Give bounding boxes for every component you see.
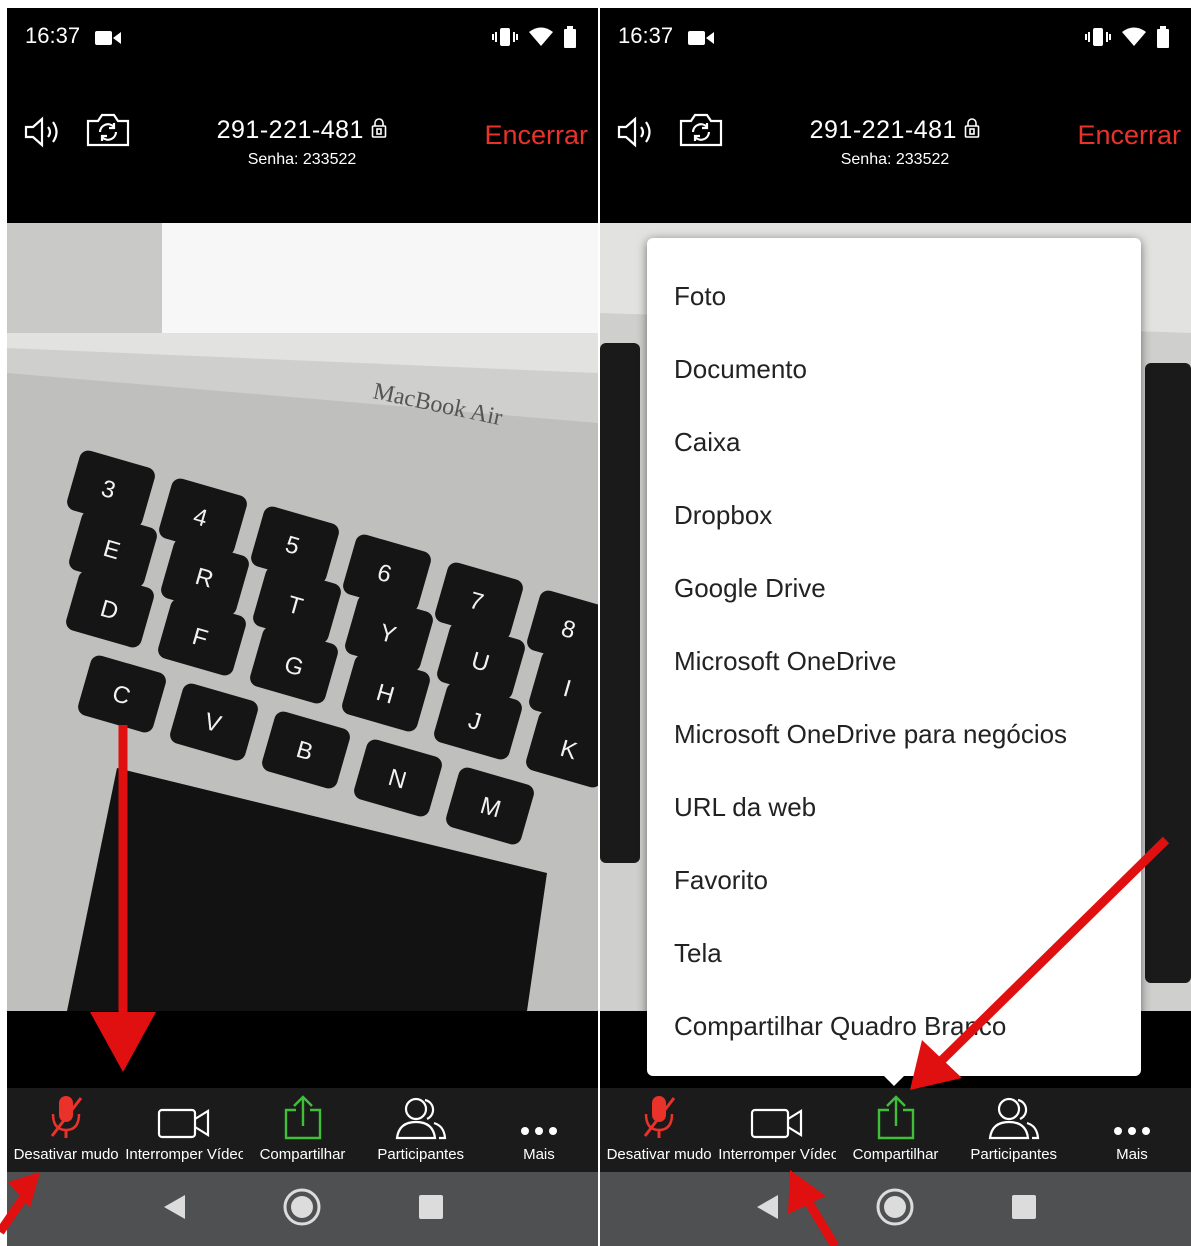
share-option-google-drive[interactable]: Google Drive: [647, 552, 1141, 625]
more-label: Mais: [523, 1146, 555, 1163]
share-option-bookmark[interactable]: Favorito: [647, 844, 1141, 917]
meeting-password: Senha: 233522: [840, 151, 950, 168]
video-recording-icon: [688, 30, 714, 50]
android-nav-bar: [7, 1172, 598, 1246]
share-option-onedrive-business[interactable]: Microsoft OneDrive para negócios: [647, 698, 1141, 771]
lock-icon: [964, 116, 980, 144]
back-icon[interactable]: [161, 1193, 187, 1225]
vibrate-icon: [1085, 27, 1111, 51]
share-upload-icon: [283, 1094, 323, 1144]
status-time: 16:37: [25, 23, 81, 48]
meeting-toolbar: Desativar mudo Interromper Vídeo Compart…: [600, 1088, 1191, 1172]
microphone-muted-icon: [641, 1094, 677, 1144]
recents-icon[interactable]: [417, 1193, 445, 1225]
phone-screen-right: 16:37 291-221-481 Senha: 233522 Encerrar: [600, 8, 1191, 1246]
recents-icon[interactable]: [1010, 1193, 1038, 1225]
share-option-screen[interactable]: Tela: [647, 917, 1141, 990]
video-camera-icon: [750, 1106, 804, 1144]
end-meeting-button[interactable]: Encerrar: [484, 120, 588, 151]
share-option-web-url[interactable]: URL da web: [647, 771, 1141, 844]
keyboard-photo: 345678ERTYUIDFGHJKCVBNM MacBook Air: [7, 223, 598, 1011]
android-nav-bar: [600, 1172, 1191, 1246]
battery-icon: [1157, 26, 1169, 52]
more-label: Mais: [1116, 1146, 1148, 1163]
status-bar: 16:37: [7, 8, 598, 68]
home-icon[interactable]: [282, 1187, 322, 1231]
home-icon[interactable]: [875, 1187, 915, 1231]
mute-button[interactable]: Desativar mudo: [7, 1088, 125, 1172]
speaker-icon[interactable]: [23, 116, 65, 152]
wifi-icon: [1121, 27, 1147, 51]
more-dots-icon: [1112, 1106, 1152, 1144]
phone-screen-left: 16:37 291-221-481 Senha: 233522 Encerrar: [7, 8, 598, 1246]
video-camera-icon: [157, 1106, 211, 1144]
switch-camera-icon[interactable]: [85, 112, 131, 152]
participants-icon: [987, 1096, 1041, 1144]
participants-label: Participantes: [970, 1146, 1058, 1163]
share-menu-pointer: [882, 1074, 906, 1086]
end-meeting-button[interactable]: Encerrar: [1077, 120, 1181, 151]
share-option-dropbox[interactable]: Dropbox: [647, 479, 1141, 552]
meeting-toolbar: Desativar mudo Interromper Vídeo Compart…: [7, 1088, 598, 1172]
video-recording-icon: [95, 30, 121, 50]
mute-button-label: Desativar mudo: [13, 1146, 119, 1163]
stop-video-label: Interromper Vídeo: [718, 1146, 837, 1163]
vibrate-icon: [492, 27, 518, 51]
share-upload-icon: [876, 1094, 916, 1144]
participants-label: Participantes: [377, 1146, 465, 1163]
share-option-box[interactable]: Caixa: [647, 406, 1141, 479]
participants-button[interactable]: Participantes: [362, 1088, 480, 1172]
meeting-password: Senha: 233522: [247, 151, 357, 168]
share-option-document[interactable]: Documento: [647, 333, 1141, 406]
meeting-id: 291-221-481: [809, 116, 957, 144]
mute-button[interactable]: Desativar mudo: [600, 1088, 718, 1172]
share-button[interactable]: Compartilhar: [836, 1088, 954, 1172]
wifi-icon: [528, 27, 554, 51]
share-button-label: Compartilhar: [259, 1146, 346, 1163]
share-option-onedrive[interactable]: Microsoft OneDrive: [647, 625, 1141, 698]
share-option-photo[interactable]: Foto: [647, 260, 1141, 333]
share-menu: Foto Documento Caixa Dropbox Google Driv…: [647, 238, 1141, 1076]
more-button[interactable]: Mais: [1073, 1088, 1191, 1172]
share-button[interactable]: Compartilhar: [243, 1088, 361, 1172]
stop-video-label: Interromper Vídeo: [125, 1146, 244, 1163]
status-time: 16:37: [618, 23, 674, 48]
speaker-icon[interactable]: [616, 116, 658, 152]
meeting-header: 291-221-481 Senha: 233522 Encerrar: [600, 68, 1191, 193]
more-button[interactable]: Mais: [480, 1088, 598, 1172]
more-dots-icon: [519, 1106, 559, 1144]
participants-button[interactable]: Participantes: [955, 1088, 1073, 1172]
share-button-label: Compartilhar: [852, 1146, 939, 1163]
stop-video-button[interactable]: Interromper Vídeo: [718, 1088, 836, 1172]
share-option-whiteboard[interactable]: Compartilhar Quadro Branco: [647, 990, 1141, 1063]
system-icons: [1085, 26, 1169, 52]
stop-video-button[interactable]: Interromper Vídeo: [125, 1088, 243, 1172]
battery-icon: [564, 26, 576, 52]
back-icon[interactable]: [754, 1193, 780, 1225]
meeting-info: 291-221-481 Senha: 233522: [730, 116, 1060, 169]
mute-button-label: Desativar mudo: [606, 1146, 712, 1163]
meeting-header: 291-221-481 Senha: 233522 Encerrar: [7, 68, 598, 193]
microphone-muted-icon: [48, 1094, 84, 1144]
meeting-id: 291-221-481: [216, 116, 364, 144]
participants-icon: [394, 1096, 448, 1144]
meeting-info: 291-221-481 Senha: 233522: [137, 116, 467, 169]
lock-icon: [371, 116, 387, 144]
video-feed: 345678ERTYUIDFGHJKCVBNM MacBook Air: [7, 223, 598, 1011]
switch-camera-icon[interactable]: [678, 112, 724, 152]
system-icons: [492, 26, 576, 52]
status-bar: 16:37: [600, 8, 1191, 68]
